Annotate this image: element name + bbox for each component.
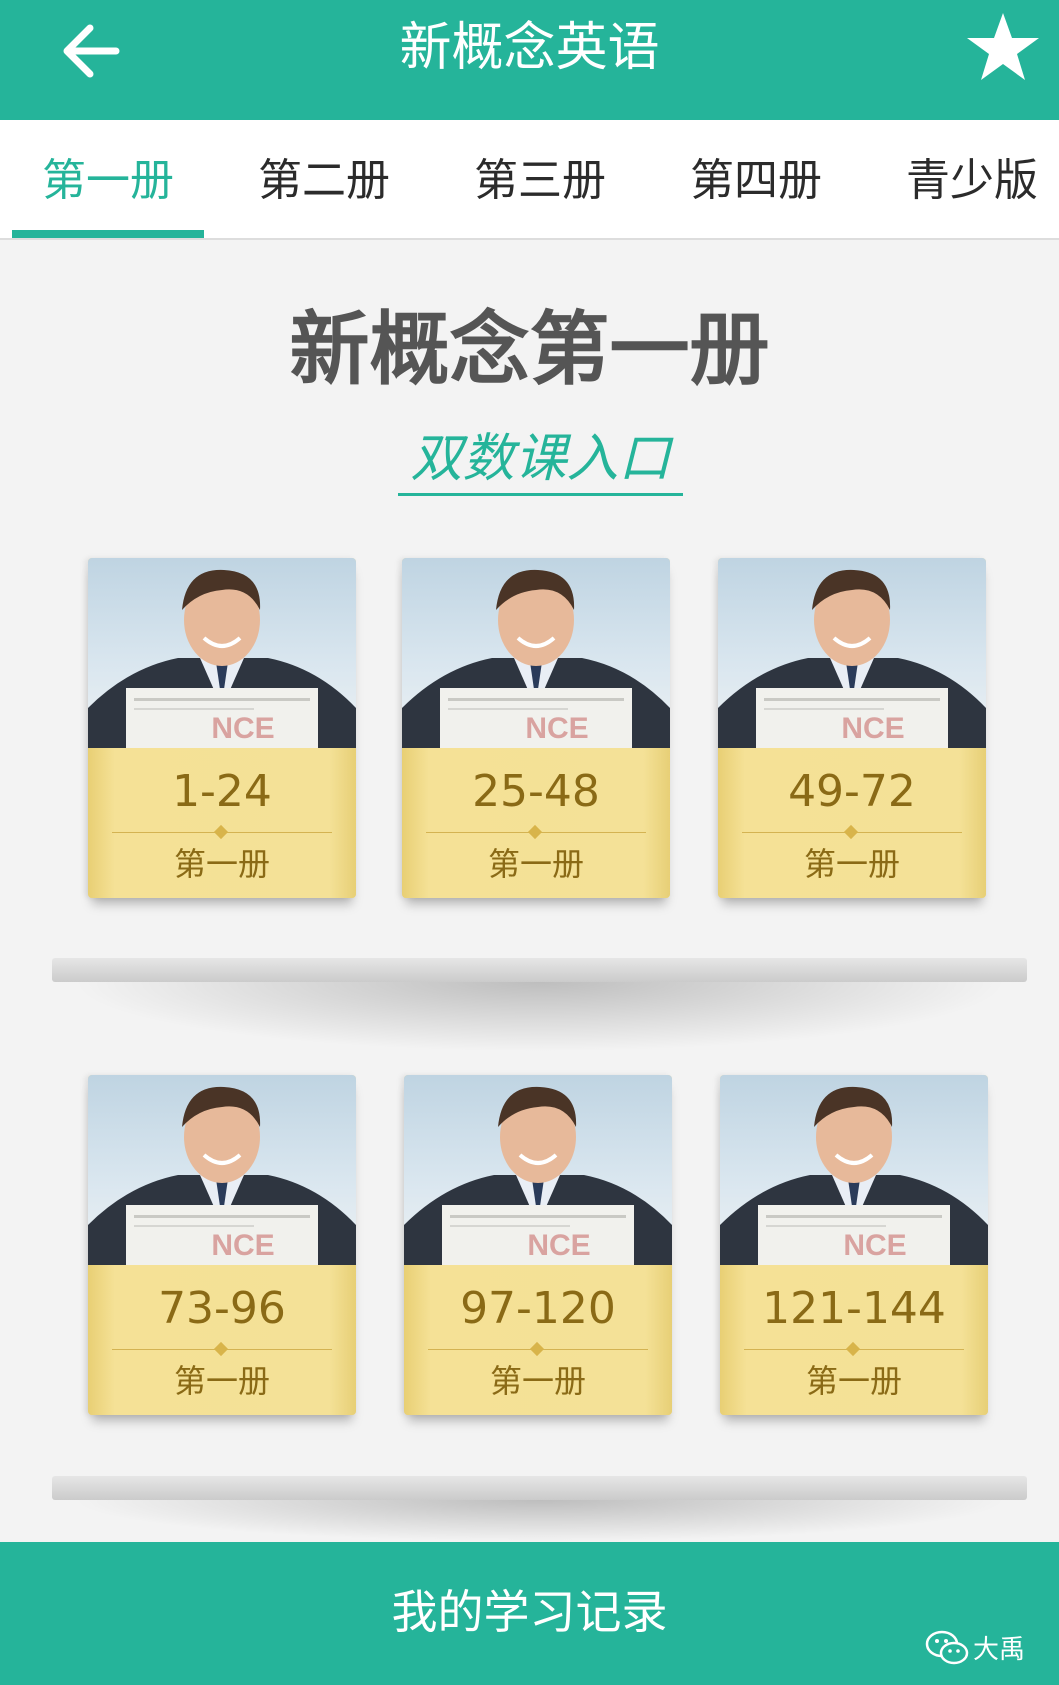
volume-tabs: 第一册 第二册 第三册 第四册 青少版 [0, 120, 1059, 240]
shelf-shadow [70, 982, 1010, 1052]
tab-youth-edition[interactable]: 青少版 [874, 120, 1059, 238]
lesson-range: 97-120 [460, 1283, 616, 1334]
diamond-ornament-icon [213, 1341, 229, 1357]
book-label: 121-144 第一册 [720, 1265, 988, 1415]
nce-logo-text: NCE [527, 1229, 590, 1262]
book-cover-image: NCE [88, 558, 356, 748]
book-cover-image: NCE [88, 1075, 356, 1265]
book-cover-image: NCE [718, 558, 986, 748]
volume-label: 第一册 [489, 1362, 586, 1400]
book-card[interactable]: NCE 49-72 第一册 [718, 558, 986, 898]
volume-label: 第一册 [803, 845, 900, 883]
lesson-range: 1-24 [172, 766, 272, 817]
nce-logo-text: NCE [211, 1229, 274, 1262]
lesson-range: 49-72 [788, 766, 916, 817]
nce-logo-text: NCE [843, 1229, 906, 1262]
book-cover-image: NCE [404, 1075, 672, 1265]
lesson-range: 73-96 [158, 1283, 286, 1334]
lesson-range: 25-48 [472, 766, 600, 817]
study-record-button[interactable]: 我的学习记录 大禹 [0, 1542, 1059, 1685]
nce-logo-text: NCE [841, 712, 904, 745]
nce-logo-text: NCE [211, 712, 274, 745]
book-label: 25-48 第一册 [402, 748, 670, 898]
book-cover-image: NCE [720, 1075, 988, 1265]
shelf-board [52, 958, 1027, 982]
diamond-ornament-icon [843, 824, 859, 840]
shelf-board [52, 1476, 1027, 1500]
top-bar: 新概念英语 [0, 0, 1059, 120]
watermark-text: 大禹 [973, 1635, 1026, 1665]
volume-label: 第一册 [805, 1362, 902, 1400]
volume-label: 第一册 [173, 845, 270, 883]
favorite-button[interactable] [965, 10, 1041, 86]
star-icon [967, 13, 1039, 80]
diamond-ornament-icon [527, 824, 543, 840]
book-card[interactable]: NCE 1-24 第一册 [88, 558, 356, 898]
book-label: 49-72 第一册 [718, 748, 986, 898]
volume-label: 第一册 [487, 845, 584, 883]
diamond-ornament-icon [529, 1341, 545, 1357]
nce-logo-text: NCE [525, 712, 588, 745]
volume-label: 第一册 [173, 1362, 270, 1400]
book-label: 1-24 第一册 [88, 748, 356, 898]
shelf-shadow [70, 1500, 1010, 1542]
app-title: 新概念英语 [399, 18, 660, 78]
book-card[interactable]: NCE 25-48 第一册 [402, 558, 670, 898]
lesson-range: 121-144 [762, 1283, 946, 1334]
book-card[interactable]: NCE 97-120 第一册 [404, 1075, 672, 1415]
tab-volume-4[interactable]: 第四册 [658, 120, 854, 238]
book-label: 97-120 第一册 [404, 1265, 672, 1415]
active-tab-indicator [12, 230, 204, 238]
even-lessons-entry-link[interactable]: 双数课入口 [398, 425, 683, 496]
book-label: 73-96 第一册 [88, 1265, 356, 1415]
diamond-ornament-icon [845, 1341, 861, 1357]
tab-volume-2[interactable]: 第二册 [226, 120, 422, 238]
wechat-icon [925, 1630, 969, 1665]
study-record-label: 我的学习记录 [391, 1585, 668, 1639]
tab-volume-1[interactable]: 第一册 [12, 120, 204, 238]
diamond-ornament-icon [213, 824, 229, 840]
tab-volume-3[interactable]: 第三册 [442, 120, 638, 238]
book-card[interactable]: NCE 73-96 第一册 [88, 1075, 356, 1415]
book-cover-image: NCE [402, 558, 670, 748]
page-heading: 新概念第一册 [289, 303, 770, 396]
book-card[interactable]: NCE 121-144 第一册 [720, 1075, 988, 1415]
